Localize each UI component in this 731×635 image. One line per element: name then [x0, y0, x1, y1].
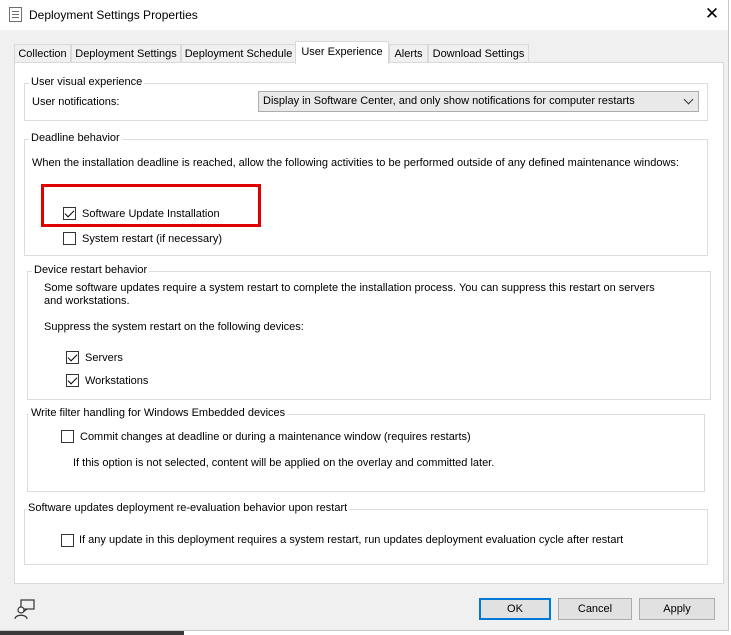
- apply-button[interactable]: Apply: [639, 598, 715, 620]
- deadline-description: When the installation deadline is reache…: [32, 157, 679, 169]
- workstations-checkbox[interactable]: [66, 374, 79, 387]
- workstations-label: Workstations: [85, 375, 149, 387]
- device-restart-description: Some software updates require a system r…: [44, 282, 655, 307]
- user-notifications-value: Display in Software Center, and only sho…: [263, 95, 635, 107]
- feedback-person-icon[interactable]: [14, 598, 36, 620]
- ok-button[interactable]: OK: [479, 598, 551, 620]
- tab-alerts[interactable]: Alerts: [389, 44, 428, 63]
- tab-user-experience[interactable]: User Experience: [295, 41, 389, 64]
- chevron-down-icon: [683, 94, 694, 105]
- cancel-button[interactable]: Cancel: [558, 598, 632, 620]
- reevaluation-label: If any update in this deployment require…: [79, 534, 624, 546]
- tab-deployment-settings[interactable]: Deployment Settings: [71, 44, 181, 63]
- suppress-restart-label: Suppress the system restart on the follo…: [44, 321, 304, 333]
- servers-label: Servers: [85, 352, 123, 364]
- reevaluation-group-title: Software updates deployment re-evaluatio…: [26, 502, 350, 514]
- highlight-box: [41, 184, 261, 227]
- user-notifications-label: User notifications:: [32, 96, 120, 108]
- close-icon[interactable]: ✕: [700, 2, 724, 26]
- write-filter-group: [27, 414, 705, 492]
- write-filter-note: If this option is not selected, content …: [73, 457, 495, 469]
- document-icon: [9, 7, 22, 22]
- title-bar[interactable]: Deployment Settings Properties ✕: [0, 0, 728, 30]
- system-restart-label: System restart (if necessary): [82, 233, 222, 245]
- tab-download-settings[interactable]: Download Settings: [428, 44, 529, 63]
- servers-checkbox[interactable]: [66, 351, 79, 364]
- commit-changes-checkbox[interactable]: [61, 430, 74, 443]
- background-taskbar: [0, 631, 184, 635]
- window-title: Deployment Settings Properties: [29, 8, 198, 22]
- system-restart-checkbox[interactable]: [63, 232, 76, 245]
- properties-dialog: Deployment Settings Properties ✕ Collect…: [0, 0, 729, 631]
- reevaluation-checkbox[interactable]: [61, 534, 74, 547]
- user-visual-group-title: User visual experience: [29, 76, 145, 88]
- deadline-group-title: Deadline behavior: [29, 132, 122, 144]
- write-filter-group-title: Write filter handling for Windows Embedd…: [29, 407, 288, 419]
- user-notifications-dropdown[interactable]: Display in Software Center, and only sho…: [258, 91, 699, 112]
- device-restart-group-title: Device restart behavior: [32, 264, 150, 276]
- tab-deployment-schedule[interactable]: Deployment Schedule: [181, 44, 296, 63]
- tab-collection[interactable]: Collection: [14, 44, 71, 63]
- commit-changes-label: Commit changes at deadline or during a m…: [80, 431, 471, 443]
